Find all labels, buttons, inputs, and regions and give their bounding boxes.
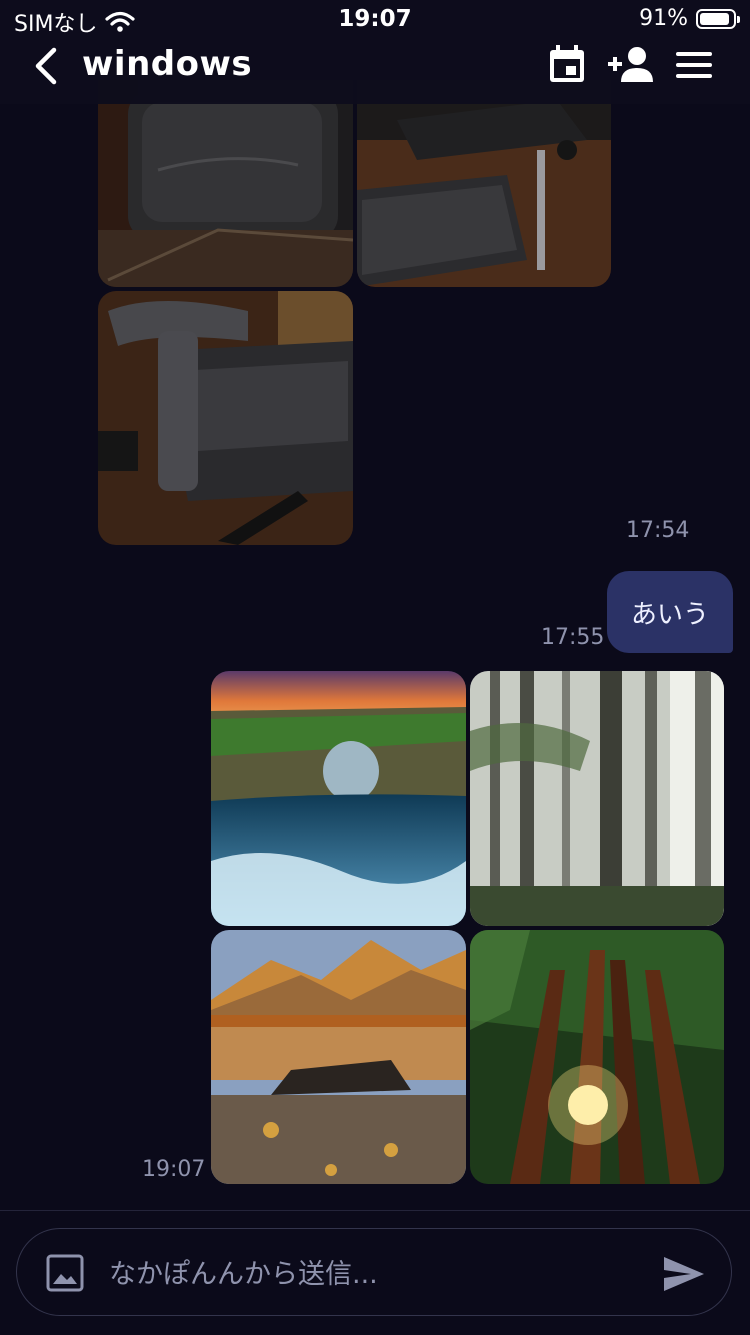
- photo-misty-forest[interactable]: [470, 671, 724, 926]
- outgoing-message-bubble[interactable]: あいう: [607, 571, 733, 653]
- photo-redwood-forest[interactable]: [470, 930, 724, 1184]
- composer-bar: [0, 1210, 750, 1335]
- redwood-forest-image: [470, 930, 724, 1184]
- battery-group: 91%: [639, 6, 740, 31]
- message-time: 17:55: [541, 625, 605, 650]
- chat-title: windows: [82, 44, 253, 84]
- photo-mountain-lake[interactable]: [211, 930, 466, 1184]
- chair-armrest-image: [98, 291, 353, 545]
- back-chevron-icon[interactable]: [28, 44, 64, 88]
- battery-level: [700, 12, 729, 25]
- misty-forest-image: [470, 671, 724, 926]
- chair-photo-footrest[interactable]: [357, 80, 611, 287]
- send-icon[interactable]: [661, 1251, 707, 1297]
- chair-photo-headrest[interactable]: [98, 80, 353, 287]
- chair-photo-armrest[interactable]: [98, 291, 353, 545]
- menu-icon[interactable]: [672, 42, 718, 88]
- coast-arch-image: [211, 671, 466, 926]
- battery-icon: [696, 8, 740, 29]
- chair-footrest-image: [357, 80, 611, 287]
- mountain-lake-image: [211, 930, 466, 1184]
- add-person-icon[interactable]: [606, 42, 656, 88]
- message-input[interactable]: [107, 1245, 651, 1303]
- clock: 19:07: [338, 6, 412, 32]
- image-attach-icon[interactable]: [45, 1253, 85, 1293]
- battery-percent: 91%: [639, 6, 688, 31]
- message-time: 17:54: [626, 518, 690, 543]
- status-bar: SIMなし 19:07 91%: [0, 0, 750, 40]
- photo-coast-arch[interactable]: [211, 671, 466, 926]
- message-time: 19:07: [142, 1157, 206, 1182]
- calendar-icon[interactable]: [544, 42, 590, 88]
- chair-headrest-image: [98, 80, 353, 287]
- composer-field: [16, 1228, 732, 1316]
